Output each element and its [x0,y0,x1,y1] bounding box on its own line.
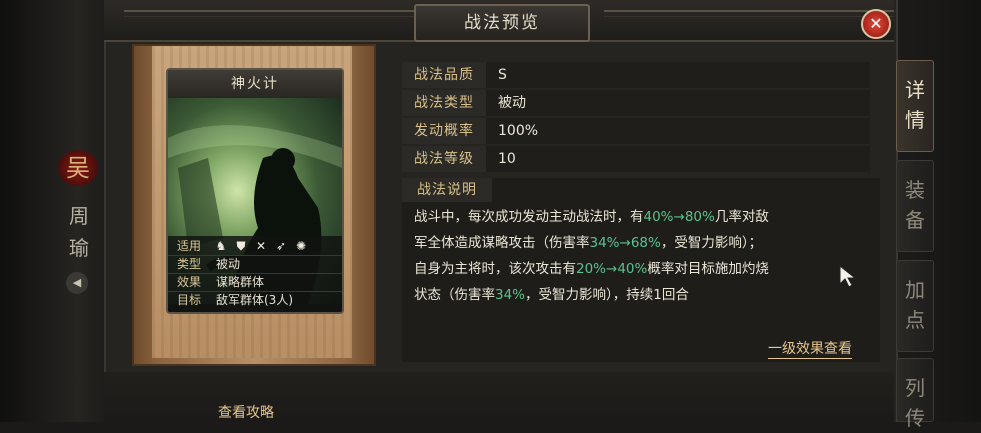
header-ornament-right [604,10,894,17]
description-line: 自身为主将时，该次攻击有20%→40%概率对目标施加灼烧 [414,261,769,277]
tab-biography[interactable]: 列传 [896,358,934,430]
skill-card-info: 适用 ♞ ⛊ ✕ ➶ ✺ 类型 被动 效果 谋略群体 目标 敌军群体(3人) [168,236,342,312]
header-ornament-left [124,10,414,17]
dialog-title: 战法预览 [414,4,590,42]
card-row-target: 目标 敌军群体(3人) [176,293,293,307]
description-line: 军全体造成谋略攻击（伤害率34%→68%，受智力影响）； [414,235,763,251]
card-row-type: 类型 被动 [168,256,342,274]
attr-trigger-rate: 发动概率 100% [402,118,870,144]
attr-quality: 战法品质 S [402,62,870,88]
speaker-icon[interactable]: ◀ [66,272,88,294]
attr-level: 战法等级 10 [402,146,870,172]
shield-icon: ⛊ [236,239,246,253]
attr-type: 战法类型 被动 [402,90,870,116]
card-row-effect: 效果 谋略群体 [168,274,342,292]
description-line: 战斗中，每次成功发动主动战法时，有40%→80%几率对敌 [414,209,769,225]
spear-icon: ➶ [275,239,287,253]
faction-badge: 吴 [58,150,98,186]
view-guide-link[interactable]: 查看攻略 [218,404,274,422]
description-line: 状态（伤害率34%，受智力影响），持续1回合 [414,287,689,303]
tab-equipment[interactable]: 装备 [896,160,934,252]
description-text: 战斗中，每次成功发动主动战法时，有40%→80%几率对敌 军全体造成谋略攻击（伤… [414,204,870,308]
skill-card: 神火计 适用 ♞ ⛊ ✕ ➶ ✺ 类型 被动 效果 谋略群体 目标 敌军群体(3… [166,68,344,314]
card-row-applicable: 适用 ♞ ⛊ ✕ ➶ ✺ [168,238,342,256]
hero-name-vertical: 周 瑜 [69,204,89,260]
cavalry-icon: ♞ [215,239,227,253]
bow-icon: ✕ [255,239,267,253]
description-title: 战法说明 [402,178,492,202]
skill-card-title: 神火计 [168,70,342,98]
mouse-cursor-icon [838,264,858,288]
tab-details[interactable]: 详情 [896,60,934,152]
close-button[interactable]: ✕ [861,9,891,39]
tab-attributes[interactable]: 加点 [896,260,934,352]
first-level-effect-link[interactable]: 一级效果查看 [768,340,852,359]
troop-type-icons: ♞ ⛊ ✕ ➶ ✺ [214,239,308,254]
wheel-icon: ✺ [295,239,307,253]
